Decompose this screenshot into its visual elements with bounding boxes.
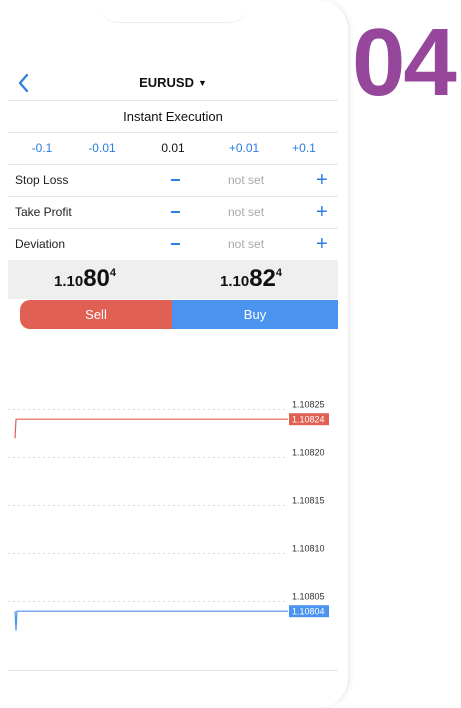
y-tick-label: 1.10825 xyxy=(292,400,325,410)
tick-chart: 1.10825 1.10820 1.10815 1.10810 1.10805 1.108… xyxy=(8,400,329,631)
buy-price-sup: 4 xyxy=(275,267,283,279)
stop-loss-minus-button[interactable]: − xyxy=(170,165,181,196)
take-profit-minus-button[interactable]: − xyxy=(170,197,181,228)
buy-button[interactable]: Buy xyxy=(172,300,338,329)
sell-price: 1.10804 xyxy=(54,265,116,293)
y-tick-label: 1.10815 xyxy=(292,496,325,506)
buy-price-big: 82 xyxy=(249,265,276,292)
volume-value[interactable]: 0.01 xyxy=(148,133,198,164)
bid-price-label: 1.10804 xyxy=(292,607,325,617)
ask-line xyxy=(14,418,288,439)
symbol-selector[interactable]: EURUSD ▼ xyxy=(8,75,338,90)
price-bar: 1.10804 1.10824 xyxy=(8,260,338,299)
header-bar: EURUSD ▼ xyxy=(8,66,338,101)
stop-loss-value[interactable]: not set xyxy=(228,165,264,196)
stop-loss-label: Stop Loss xyxy=(15,173,69,187)
deviation-minus-button[interactable]: − xyxy=(170,229,181,260)
take-profit-label: Take Profit xyxy=(15,205,72,219)
execution-mode[interactable]: Instant Execution xyxy=(8,101,338,133)
deviation-plus-button[interactable]: + xyxy=(316,229,328,260)
buy-price: 1.10824 xyxy=(220,265,282,293)
bid-line xyxy=(14,610,288,631)
sell-price-prefix: 1.10 xyxy=(54,273,84,290)
take-profit-row: Take Profit − not set + xyxy=(8,197,338,229)
step-number: 04 xyxy=(352,9,457,116)
caret-down-icon: ▼ xyxy=(197,78,207,88)
stop-loss-row: Stop Loss − not set + xyxy=(8,165,338,197)
bottom-divider xyxy=(8,670,338,671)
deviation-label: Deviation xyxy=(15,237,66,251)
take-profit-plus-button[interactable]: + xyxy=(316,197,328,228)
y-tick-label: 1.10820 xyxy=(292,448,325,458)
sell-price-big: 80 xyxy=(83,265,110,292)
sell-price-sup: 4 xyxy=(109,267,117,279)
volume-plus-0-1-button[interactable]: +0.1 xyxy=(284,133,324,164)
ask-price-label: 1.10824 xyxy=(292,415,325,425)
deviation-row: Deviation − not set + xyxy=(8,229,338,261)
buy-price-prefix: 1.10 xyxy=(220,273,250,290)
symbol-name: EURUSD xyxy=(139,75,194,90)
volume-minus-0-01-button[interactable]: -0.01 xyxy=(80,133,124,164)
phone-frame: EURUSD ▼ Instant Execution -0.1 -0.01 0.0… xyxy=(0,0,349,708)
volume-plus-0-01-button[interactable]: +0.01 xyxy=(220,133,268,164)
y-tick-label: 1.10805 xyxy=(292,592,325,602)
phone-notch xyxy=(100,0,248,23)
stop-loss-plus-button[interactable]: + xyxy=(316,165,328,196)
deviation-value[interactable]: not set xyxy=(228,229,264,260)
take-profit-value[interactable]: not set xyxy=(228,197,264,228)
volume-minus-0-1-button[interactable]: -0.1 xyxy=(22,133,62,164)
sell-button[interactable]: Sell xyxy=(20,300,172,329)
y-tick-label: 1.10810 xyxy=(292,544,325,554)
volume-row: -0.1 -0.01 0.01 +0.01 +0.1 xyxy=(8,133,338,165)
